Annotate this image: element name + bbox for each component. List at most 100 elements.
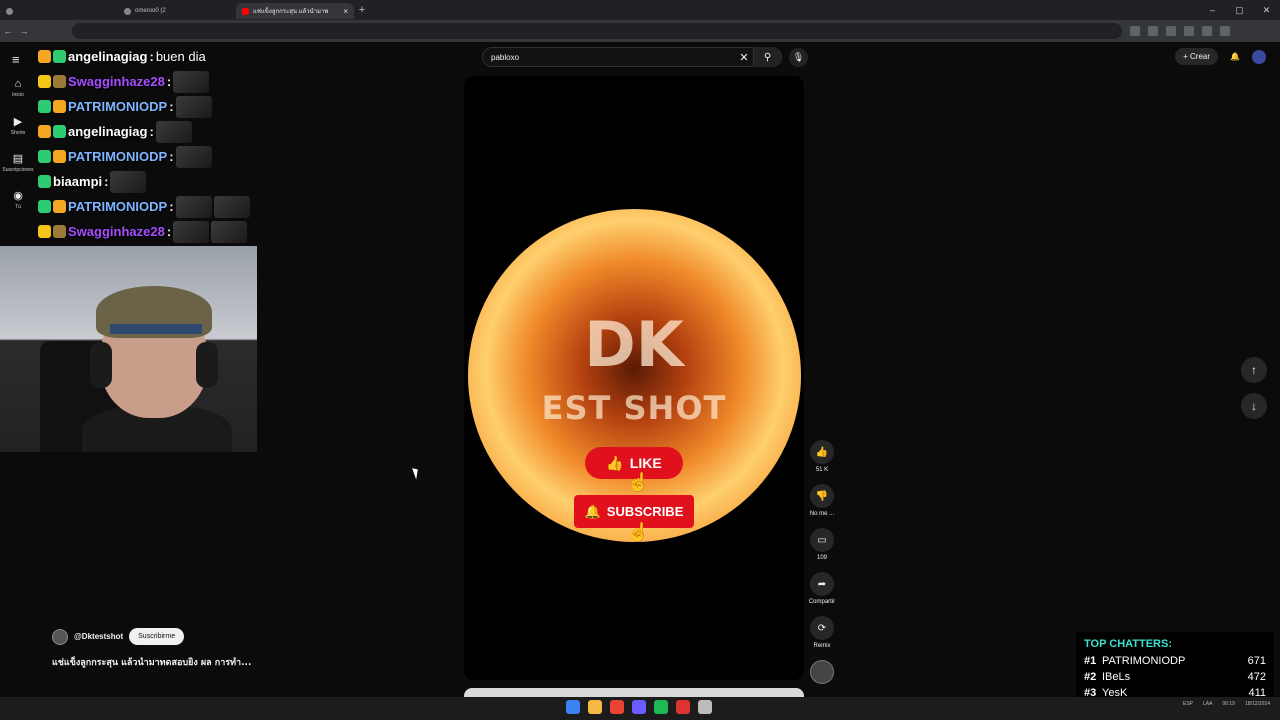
account-avatar[interactable] [1252, 49, 1266, 64]
streamer-webcam [0, 246, 257, 452]
rail-item-you[interactable]: ◉ Tú [0, 189, 36, 226]
like-icon: 👍 [810, 440, 834, 464]
chat-message: PATRIMONIODP: [38, 144, 268, 169]
window-controls: – ▢ ✕ [1199, 0, 1280, 20]
like-action[interactable]: 👍 51 K [806, 440, 838, 484]
chat-message: Swagginhaze28: [38, 69, 268, 94]
taskbar-app-icon[interactable] [610, 700, 624, 714]
chat-username[interactable]: biaampi [53, 174, 102, 189]
taskbar-app-icon[interactable] [566, 700, 580, 714]
browser-tab[interactable] [0, 3, 118, 19]
chat-emote [110, 170, 147, 193]
chat-emote [173, 70, 210, 93]
headphone-left [90, 342, 112, 388]
chat-separator: : [104, 174, 109, 189]
system-tray: ESP LAA 06:19 18/12/2024 [1183, 701, 1270, 707]
chat-message: biaampi: [38, 169, 268, 194]
next-short-button[interactable]: ↓ [1241, 393, 1267, 419]
chat-separator: : [149, 49, 154, 64]
extension-icon[interactable] [1148, 26, 1158, 36]
rail-item-home[interactable]: ⌂ Inicio [0, 78, 36, 115]
share-action[interactable]: ➦ Compartir [806, 572, 838, 616]
taskbar-app-icon[interactable] [654, 700, 668, 714]
notifications-bell-icon[interactable]: 🔔 [1230, 52, 1240, 61]
browser-toolbar: ← → [0, 20, 1280, 42]
chat-emote [173, 220, 210, 243]
tab-favicon-icon [6, 7, 13, 15]
chat-badge-icon [53, 225, 66, 238]
maximize-button[interactable]: ▢ [1226, 0, 1253, 20]
comment-icon: ▭ [810, 528, 834, 552]
video-brand-main: DK [584, 308, 684, 381]
bookmark-star-icon[interactable] [1166, 26, 1176, 36]
remix-action[interactable]: ⟳ Remix [806, 616, 838, 660]
clock-time[interactable]: 06:19 [1222, 701, 1235, 707]
chat-emote [211, 220, 248, 243]
taskbar-app-icon[interactable] [676, 700, 690, 714]
short-video-player[interactable]: DK EST SHOT 👍 LIKE ☝ 🔔 SUBSCRIBE ☝ [464, 76, 804, 680]
chat-message: PATRIMONIODP: [38, 94, 268, 119]
short-actions: 👍 51 K 👎 No me ... ▭ 109 ➦ Compartir ⟳ Remix [806, 440, 838, 704]
chat-separator: : [166, 74, 172, 89]
profile-icon[interactable] [1220, 26, 1230, 36]
dislike-action[interactable]: 👎 No me ... [806, 484, 838, 528]
chat-badge-icon [38, 75, 51, 88]
thumbs-up-icon: 👍 [606, 454, 624, 471]
search-button[interactable]: ⚲ [753, 47, 781, 67]
extension-icons [1130, 26, 1230, 36]
chat-badge-icon [38, 125, 51, 138]
plus-icon: + [1183, 52, 1188, 61]
clock-date[interactable]: 18/12/2024 [1245, 701, 1270, 707]
search-input[interactable]: pabloxo [491, 53, 735, 62]
taskbar-app-icon[interactable] [588, 700, 602, 714]
channel-avatar[interactable] [52, 628, 68, 645]
you-icon: ◉ [13, 190, 23, 202]
stream-chat-overlay: angelinagiag: buen dia Swagginhaze28: PATRI… [38, 44, 268, 244]
tab-favicon-icon [124, 7, 131, 15]
chat-message: Swagginhaze28: [38, 219, 268, 244]
chat-separator: : [166, 224, 172, 239]
back-icon[interactable]: ← [0, 26, 16, 36]
chat-username[interactable]: angelinagiag [68, 49, 147, 64]
forward-icon[interactable]: → [16, 26, 32, 36]
chat-username[interactable]: angelinagiag [68, 124, 147, 139]
short-title[interactable]: แช่แข็งลูกกระสุน แล้วนำมาทดสอบยิง ผล การ… [52, 655, 251, 669]
chat-username[interactable]: Swagginhaze28 [68, 74, 165, 89]
close-tab-icon[interactable]: × [343, 7, 348, 16]
bell-icon: 🔔 [584, 503, 601, 519]
menu-icon[interactable]: ≡ [12, 52, 20, 67]
address-bar[interactable] [72, 23, 1122, 39]
clear-search-icon[interactable]: ✕ [735, 51, 753, 64]
rail-item-subscriptions[interactable]: ▤ Suscripciones [0, 152, 36, 189]
comments-action[interactable]: ▭ 109 [806, 528, 838, 572]
chat-username[interactable]: Swagginhaze28 [68, 224, 165, 239]
chat-username[interactable]: PATRIMONIODP [68, 149, 167, 164]
channel-row: @Dktestshot Suscribirme [52, 628, 185, 645]
chat-emote [155, 120, 192, 143]
new-tab-button[interactable]: + [354, 4, 370, 16]
previous-short-button[interactable]: ↑ [1241, 357, 1267, 383]
top-chatters-title: TOP CHATTERS: [1084, 638, 1173, 650]
chat-username[interactable]: PATRIMONIODP [68, 199, 167, 214]
minimize-button[interactable]: – [1199, 0, 1226, 20]
browser-tab[interactable]: omeroo0 (2 [118, 3, 236, 19]
subscribe-button[interactable]: Suscribirme [129, 628, 185, 645]
windows-taskbar: ESP LAA 06:19 18/12/2024 [0, 697, 1280, 720]
create-button[interactable]: + Crear [1175, 48, 1219, 65]
rail-item-shorts[interactable]: ▶ Shorts [0, 115, 36, 152]
taskbar-app-icon[interactable] [698, 700, 712, 714]
language-indicator[interactable]: ESP [1183, 701, 1193, 707]
extension-icon[interactable] [1184, 26, 1194, 36]
voice-search-icon[interactable]: 🎙 [789, 48, 808, 67]
taskbar-app-icon[interactable] [632, 700, 646, 714]
close-window-button[interactable]: ✕ [1253, 0, 1280, 20]
chat-emote [175, 145, 212, 168]
keyboard-layout[interactable]: LAA [1203, 701, 1212, 707]
browser-tab-active[interactable]: แช่แข็งลูกกระสุน แล้วนำมาพ × [236, 3, 354, 19]
chat-username[interactable]: PATRIMONIODP [68, 99, 167, 114]
channel-handle[interactable]: @Dktestshot [74, 632, 123, 641]
taskbar-apps [566, 700, 712, 714]
extension-icon[interactable] [1202, 26, 1212, 36]
video-brand-sub: EST SHOT [541, 389, 727, 427]
extension-icon[interactable] [1130, 26, 1140, 36]
